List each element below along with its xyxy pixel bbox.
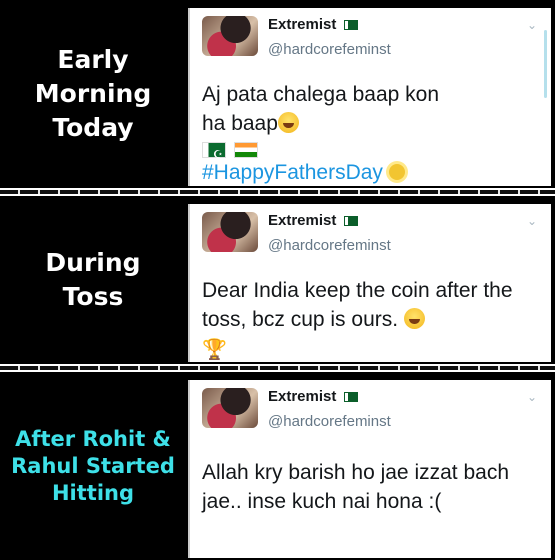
panel-caption: After Rohit & Rahul Started Hitting: [0, 372, 186, 560]
india-flag-icon: [234, 142, 258, 158]
avatar[interactable]: [202, 16, 258, 56]
caption-line: Hitting: [51, 480, 134, 505]
scrollbar[interactable]: [544, 30, 547, 98]
tweet-handle[interactable]: @hardcorefeminst: [268, 41, 391, 58]
caption-line: After Rohit &: [15, 426, 171, 451]
meme-panel-during-toss: During Toss Extremist @hardcorefeminst ⌄…: [0, 196, 555, 364]
panel-divider: [0, 364, 555, 372]
caption-line: Rahul Started: [11, 453, 175, 478]
chevron-down-icon[interactable]: ⌄: [525, 390, 539, 404]
pakistan-flag-icon: [344, 216, 359, 227]
sun-emoji-icon: [388, 164, 405, 180]
tweet-text: Aj pata chalega baap kon ha baap #HappyF…: [202, 80, 535, 186]
tweet-handle[interactable]: @hardcorefeminst: [268, 237, 391, 254]
pakistan-flag-icon: [344, 392, 359, 403]
laughing-emoji-icon: [277, 112, 299, 133]
tweet-card[interactable]: Extremist @hardcorefeminst ⌄ Dear India …: [188, 204, 551, 362]
tweet-card[interactable]: Extremist @hardcorefeminst ⌄ Allah kry b…: [188, 380, 551, 558]
tweet-text: Allah kry barish ho jae izzat bach jae..…: [202, 461, 509, 513]
laughing-emoji-icon: [403, 308, 425, 329]
meme-panel-early-morning: Early Morning Today Extremist @hardcoref…: [0, 0, 555, 188]
avatar[interactable]: [202, 212, 258, 252]
caption-line: Morning: [34, 79, 152, 108]
tweet-author[interactable]: Extremist: [268, 388, 359, 405]
panel-caption: Early Morning Today: [0, 0, 186, 188]
trophy-icon: 🏆: [202, 339, 227, 361]
tweet-text: Dear India keep the coin after the toss,…: [202, 276, 535, 362]
chevron-down-icon[interactable]: ⌄: [525, 18, 539, 32]
panel-divider: [0, 188, 555, 196]
tweet-handle[interactable]: @hardcorefeminst: [268, 413, 391, 430]
hashtag-link[interactable]: #HappyFathersDay: [202, 161, 383, 184]
meme-panel-after-hitting: After Rohit & Rahul Started Hitting Extr…: [0, 372, 555, 560]
pakistan-flag-icon: [344, 20, 359, 31]
caption-line: Today: [52, 113, 134, 142]
caption-line: Early: [57, 45, 129, 74]
chevron-down-icon[interactable]: ⌄: [525, 214, 539, 228]
avatar[interactable]: [202, 388, 258, 428]
tweet-author[interactable]: Extremist: [268, 212, 359, 229]
caption-line: Toss: [62, 282, 124, 311]
tweet-card[interactable]: Extremist @hardcorefeminst ⌄ Aj pata cha…: [188, 8, 551, 186]
caption-line: During: [45, 248, 141, 277]
panel-caption: During Toss: [0, 196, 186, 364]
pakistan-flag-icon: [202, 141, 226, 170]
tweet-author[interactable]: Extremist: [268, 16, 359, 33]
